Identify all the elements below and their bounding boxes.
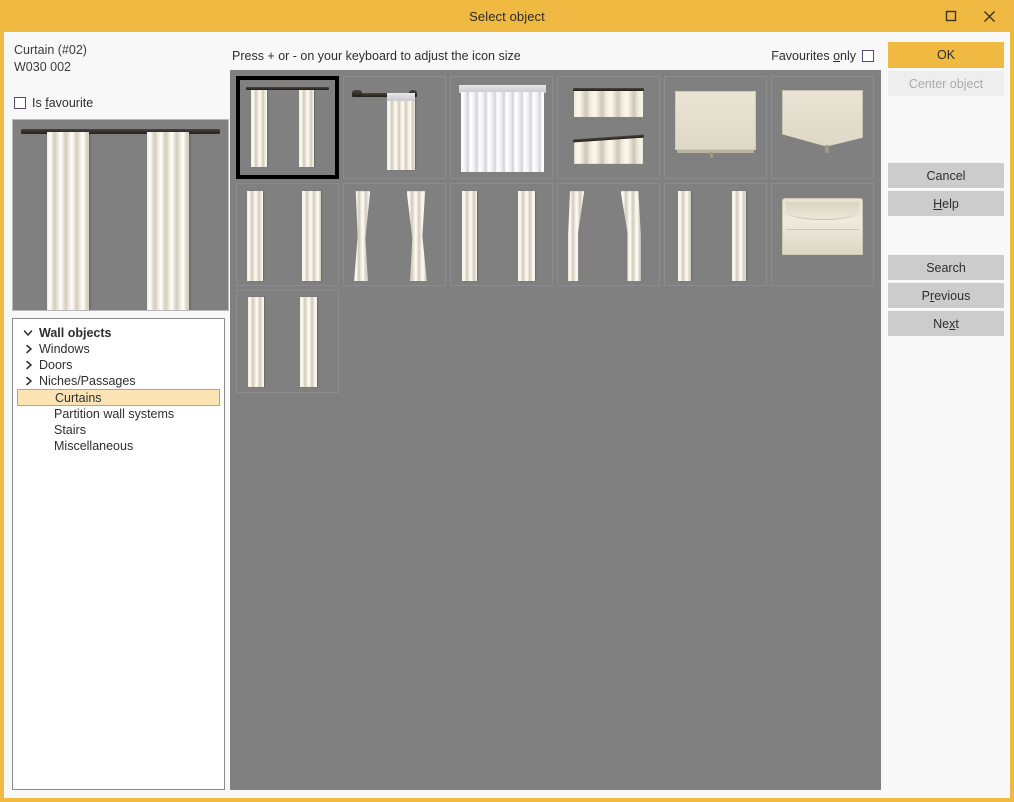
drapes-straight-pair-icon (237, 184, 338, 285)
chevron-right-icon[interactable] (22, 344, 35, 354)
preview-drape-right (147, 132, 189, 310)
center-panel: Press + or - on your keyboard to adjust … (230, 32, 884, 798)
previous-button[interactable]: Previous (888, 283, 1004, 308)
object-grid (236, 76, 881, 397)
vertical-blind-icon (451, 77, 552, 178)
chevron-right-icon[interactable] (22, 376, 35, 386)
grid-item-vertical-blind[interactable] (450, 76, 553, 179)
object-preview (12, 119, 229, 311)
grid-item-drapes-narrow-pair[interactable] (664, 183, 767, 286)
tree-item-label: Wall objects (39, 326, 111, 340)
object-code: W030 002 (12, 59, 225, 76)
spacer (888, 219, 1004, 255)
left-panel: Curtain (#02) W030 002 Is favourite Wall… (4, 32, 230, 798)
drapes-tied-back-pair-icon (344, 184, 445, 285)
curtain-single-with-rod-icon (344, 77, 445, 178)
grid-item-drapes-plain-pair[interactable] (450, 183, 553, 286)
chevron-down-icon[interactable] (21, 328, 34, 338)
cancel-button[interactable]: Cancel (888, 163, 1004, 188)
drapes-short-pair-icon (237, 291, 338, 392)
page-title: Select object (469, 9, 545, 24)
drapes-plain-pair-icon (451, 184, 552, 285)
object-name: Curtain (#02) (12, 42, 225, 59)
tree-item-partition-wall-systems[interactable]: Partition wall systems (17, 406, 220, 422)
grid-item-drapes-short-pair[interactable] (236, 290, 339, 393)
tree-item-label: Miscellaneous (54, 439, 133, 453)
grid-item-roller-blind[interactable] (664, 76, 767, 179)
valance-pair-icon (558, 77, 659, 178)
next-button[interactable]: Next (888, 311, 1004, 336)
tree-item-niches-passages[interactable]: Niches/Passages (17, 373, 220, 389)
select-object-dialog: Select object Curtain (#02) W030 002 Is … (0, 0, 1014, 802)
checkbox-box[interactable] (14, 97, 26, 109)
object-grid-canvas (230, 70, 881, 790)
drapes-flared-pair-icon (558, 184, 659, 285)
titlebar-buttons (934, 0, 1006, 32)
roman-blind-icon (772, 77, 873, 178)
icon-size-hint: Press + or - on your keyboard to adjust … (232, 49, 521, 63)
is-favourite-checkbox[interactable]: Is favourite (12, 96, 225, 110)
tree-item-label: Niches/Passages (39, 374, 136, 388)
search-button[interactable]: Search (888, 255, 1004, 280)
category-tree[interactable]: Wall objects Windows Doors Niches/Passages C… (12, 318, 225, 790)
dialog-body: Curtain (#02) W030 002 Is favourite Wall… (4, 32, 1010, 798)
grid-item-curtain-pair-on-rod[interactable] (236, 76, 339, 179)
grid-item-drapes-flared-pair[interactable] (557, 183, 660, 286)
swag-and-tails-icon (772, 184, 873, 285)
hint-row: Press + or - on your keyboard to adjust … (230, 42, 884, 70)
close-icon[interactable] (972, 1, 1006, 31)
tree-item-label: Windows (39, 342, 90, 356)
maximize-icon[interactable] (934, 1, 968, 31)
titlebar: Select object (0, 0, 1014, 32)
spacer (888, 99, 1004, 163)
tree-item-miscellaneous[interactable]: Miscellaneous (17, 438, 220, 454)
tree-item-windows[interactable]: Windows (17, 341, 220, 357)
tree-item-curtains[interactable]: Curtains (17, 389, 220, 406)
help-button[interactable]: Help (888, 191, 1004, 216)
grid-item-valance-pair[interactable] (557, 76, 660, 179)
grid-item-roman-blind[interactable] (771, 76, 874, 179)
tree-item-label: Stairs (54, 423, 86, 437)
button-panel: OK Center object Cancel Help Search Prev… (884, 32, 1010, 798)
grid-item-drapes-straight-pair[interactable] (236, 183, 339, 286)
curtain-pair-on-rod-icon (240, 80, 335, 175)
tree-item-wall-objects[interactable]: Wall objects (17, 325, 220, 341)
tree-item-stairs[interactable]: Stairs (17, 422, 220, 438)
preview-drape-left (47, 132, 89, 310)
roller-blind-icon (665, 77, 766, 178)
favourites-only-checkbox[interactable]: Favourites only (771, 49, 878, 63)
drapes-narrow-pair-icon (665, 184, 766, 285)
favourites-only-label: Favourites only (771, 49, 856, 63)
chevron-right-icon[interactable] (22, 360, 35, 370)
tree-item-label: Partition wall systems (54, 407, 174, 421)
is-favourite-label: Is favourite (32, 96, 93, 110)
tree-item-label: Doors (39, 358, 72, 372)
grid-item-swag-and-tails[interactable] (771, 183, 874, 286)
grid-item-curtain-single-with-rod[interactable] (343, 76, 446, 179)
checkbox-box[interactable] (862, 50, 874, 62)
grid-item-drapes-tied-back-pair[interactable] (343, 183, 446, 286)
tree-item-label: Curtains (55, 391, 102, 405)
center-object-button: Center object (888, 71, 1004, 96)
tree-item-doors[interactable]: Doors (17, 357, 220, 373)
ok-button[interactable]: OK (888, 42, 1004, 68)
